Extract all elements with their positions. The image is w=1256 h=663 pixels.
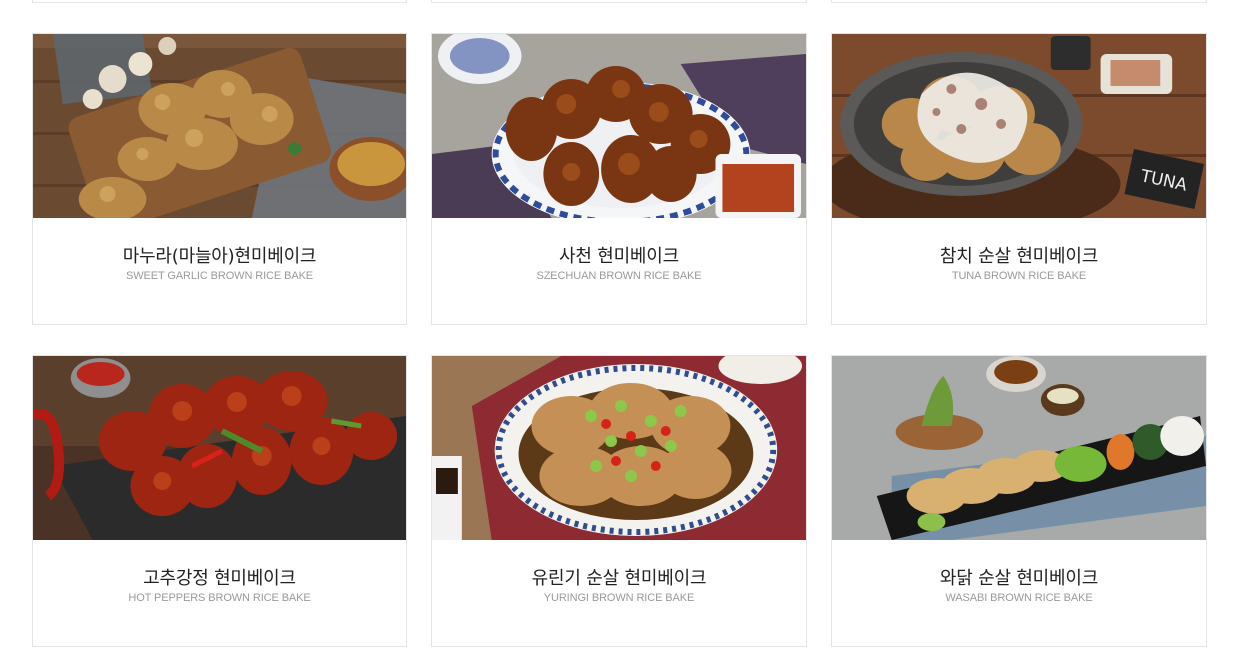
menu-item-name: 사천 현미베이크 bbox=[558, 246, 680, 267]
hot-peppers-chicken-photo[interactable] bbox=[33, 356, 406, 540]
menu-item-subtitle: TUNA BROWN RICE BAKE bbox=[951, 270, 1087, 282]
menu-item-name: 유린기 순살 현미베이크 bbox=[531, 568, 707, 589]
menu-item-subtitle: SZECHUAN BROWN RICE BAKE bbox=[536, 270, 702, 282]
menu-item-name: 마누라(마늘아)현미베이크 bbox=[122, 246, 317, 267]
menu-card-sweet-garlic[interactable]: 마누라(마늘아)현미베이크 SWEET GARLIC BROWN RICE BA… bbox=[32, 33, 407, 325]
menu-card-hot-peppers[interactable]: 고추강정 현미베이크 HOT PEPPERS BROWN RICE BAKE bbox=[32, 355, 407, 647]
menu-item-name: 참치 순살 현미베이크 bbox=[939, 246, 1099, 267]
menu-card-yuringi[interactable]: 유린기 순살 현미베이크 YURINGI BROWN RICE BAKE bbox=[431, 355, 807, 647]
menu-card-szechuan[interactable]: 사천 현미베이크 SZECHUAN BROWN RICE BAKE bbox=[431, 33, 807, 325]
menu-item-name: 고추강정 현미베이크 bbox=[143, 568, 296, 589]
menu-item-subtitle: YURINGI BROWN RICE BAKE bbox=[543, 592, 695, 604]
menu-card-tuna[interactable]: TUNA 참치 순살 현미베이크 TUNA BROWN RICE BAKE bbox=[831, 33, 1207, 325]
menu-item-subtitle: SWEET GARLIC BROWN RICE BAKE bbox=[125, 270, 314, 282]
previous-row-card-3[interactable] bbox=[831, 0, 1207, 3]
previous-row-card-1[interactable] bbox=[32, 0, 407, 3]
menu-item-subtitle: WASABI BROWN RICE BAKE bbox=[945, 592, 1093, 604]
wasabi-chicken-photo[interactable] bbox=[832, 356, 1206, 540]
sweet-garlic-chicken-photo[interactable] bbox=[33, 34, 406, 218]
previous-row-card-2[interactable] bbox=[431, 0, 807, 3]
menu-item-subtitle: HOT PEPPERS BROWN RICE BAKE bbox=[128, 592, 311, 604]
szechuan-chicken-photo[interactable] bbox=[432, 34, 806, 218]
tuna-chicken-photo[interactable]: TUNA bbox=[832, 34, 1206, 218]
menu-item-name: 와닭 순살 현미베이크 bbox=[939, 568, 1099, 589]
yuringi-chicken-photo[interactable] bbox=[432, 356, 806, 540]
menu-card-wasabi[interactable]: 와닭 순살 현미베이크 WASABI BROWN RICE BAKE bbox=[831, 355, 1207, 647]
